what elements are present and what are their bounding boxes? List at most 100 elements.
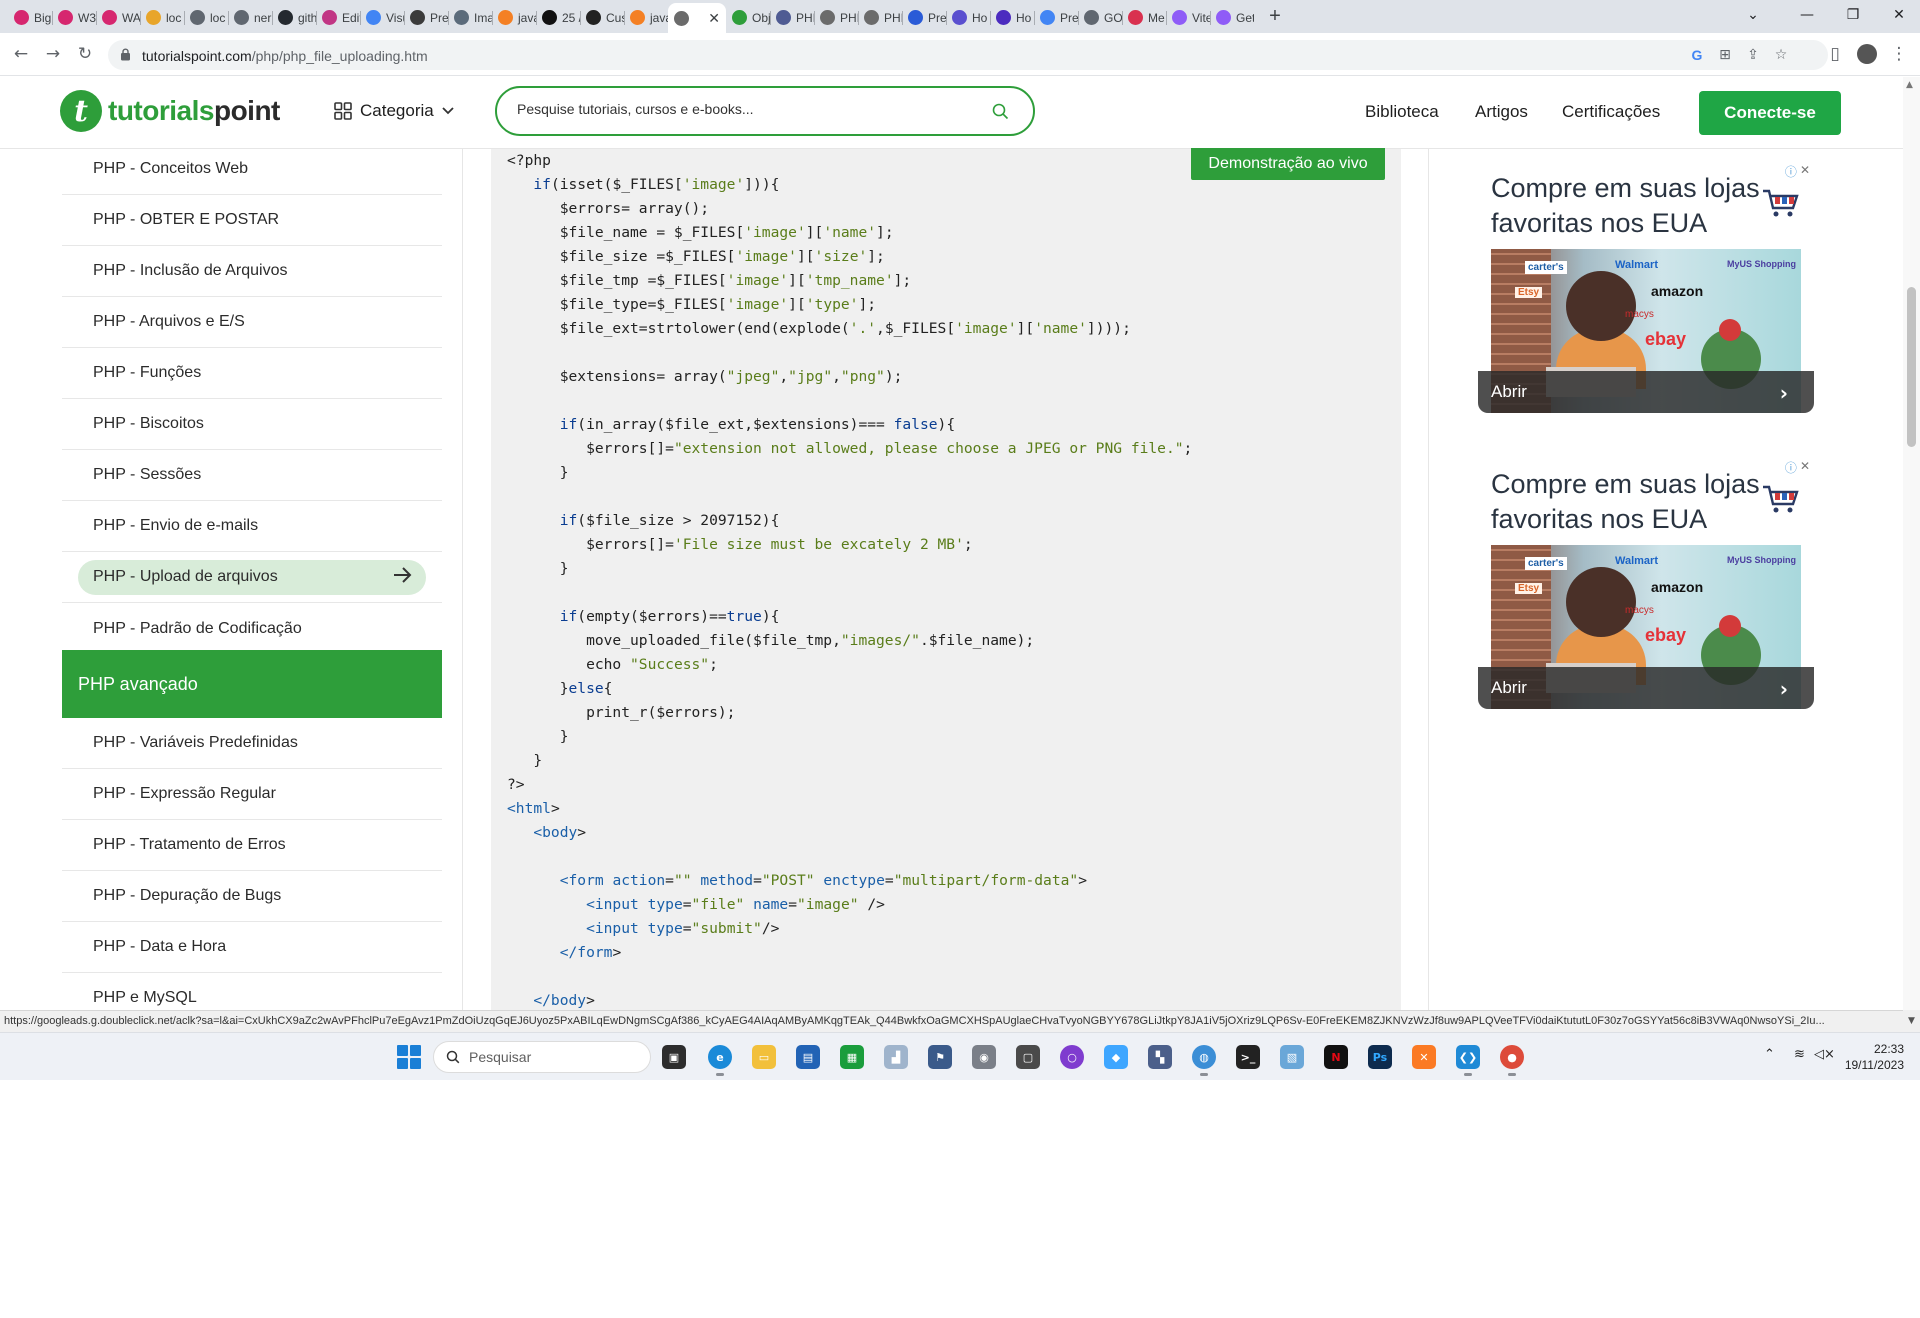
store-icon[interactable]: ▤ bbox=[796, 1045, 820, 1069]
browser-tab[interactable]: Big bbox=[8, 5, 52, 31]
paint-icon[interactable]: ▧ bbox=[1280, 1045, 1304, 1069]
browser-tab[interactable]: 25 / bbox=[536, 5, 580, 31]
browser-tab[interactable]: loc bbox=[184, 5, 228, 31]
side-panel-icon[interactable]: ▯ bbox=[1822, 41, 1848, 67]
sheets-icon[interactable]: ▦ bbox=[840, 1045, 864, 1069]
camera-icon[interactable]: ◉ bbox=[972, 1045, 996, 1069]
sidebar-item[interactable]: PHP - Biscoitos bbox=[62, 399, 442, 450]
back-icon[interactable]: ← bbox=[8, 41, 34, 67]
chrome-icon[interactable]: ● bbox=[1500, 1045, 1524, 1076]
sidebar-item[interactable]: PHP - Padrão de Codificação bbox=[62, 603, 442, 654]
sidebar-item[interactable]: PHP - Data e Hora bbox=[62, 922, 442, 973]
sidebar-item[interactable]: PHP - Depuração de Bugs bbox=[62, 871, 442, 922]
scroll-up-icon[interactable]: ▲ bbox=[1906, 80, 1913, 90]
file-explorer-icon[interactable]: ▭ bbox=[752, 1045, 776, 1069]
lock-icon[interactable] bbox=[120, 48, 131, 61]
browser-tab[interactable]: Pre bbox=[902, 5, 946, 31]
browser-tab[interactable]: Get bbox=[1210, 5, 1254, 31]
browser-tab[interactable]: W3 bbox=[52, 5, 96, 31]
twitch-icon[interactable]: ▢ bbox=[1016, 1045, 1040, 1069]
edge-icon[interactable]: e bbox=[708, 1045, 732, 1076]
signin-button[interactable]: Conecte-se bbox=[1699, 91, 1841, 135]
app-circle-icon[interactable]: ○ bbox=[1060, 1045, 1084, 1069]
browser-tab[interactable]: PHI bbox=[814, 5, 858, 31]
browser-tab-active[interactable]: ✕ bbox=[668, 3, 726, 34]
forward-icon[interactable]: → bbox=[40, 41, 66, 67]
sidebar-item[interactable]: PHP - OBTER E POSTAR bbox=[62, 195, 442, 246]
sidebar-item[interactable]: PHP - Sessões bbox=[62, 450, 442, 501]
nav-library-link[interactable]: Biblioteca bbox=[1365, 102, 1439, 122]
scrollbar-thumb[interactable] bbox=[1907, 287, 1916, 447]
browser-tab[interactable]: loc bbox=[140, 5, 184, 31]
browser-tab[interactable]: PHI bbox=[858, 5, 902, 31]
wifi-icon[interactable]: ≋ bbox=[1794, 1047, 1805, 1062]
sidebar-item[interactable]: PHP - Arquivos e E/S bbox=[62, 297, 442, 348]
close-window-button[interactable]: ✕ bbox=[1876, 0, 1920, 30]
address-bar[interactable]: tutorialspoint.com/php/php_file_uploadin… bbox=[108, 40, 1828, 70]
scroll-down-icon[interactable]: ▼ bbox=[1903, 1010, 1920, 1032]
browser-tab[interactable]: Ho bbox=[990, 5, 1034, 31]
profile-avatar[interactable] bbox=[1854, 41, 1880, 67]
taskbar-clock[interactable]: 22:33 19/11/2023 bbox=[1834, 1041, 1904, 1073]
ad-open-button[interactable]: Abrir › bbox=[1478, 667, 1814, 709]
browser-tab[interactable]: gith bbox=[272, 5, 316, 31]
page-scrollbar[interactable]: ▲ bbox=[1903, 77, 1920, 1010]
browser-tab[interactable]: ner bbox=[228, 5, 272, 31]
minimize-button[interactable]: — bbox=[1784, 0, 1830, 30]
browser-tab[interactable]: GO bbox=[1078, 5, 1122, 31]
browser-tab[interactable]: Edit bbox=[316, 5, 360, 31]
taskbar-search[interactable]: Pesquisar bbox=[433, 1041, 651, 1073]
reload-icon[interactable]: ↻ bbox=[72, 41, 98, 67]
browser-tab[interactable]: Me bbox=[1122, 5, 1166, 31]
search-input[interactable] bbox=[517, 101, 977, 117]
browser-tab[interactable]: Visu bbox=[360, 5, 404, 31]
browser-tab[interactable]: Pre bbox=[404, 5, 448, 31]
terminal-icon[interactable]: >_ bbox=[1236, 1045, 1260, 1069]
browser-tab[interactable]: WA bbox=[96, 5, 140, 31]
sidebar-item[interactable]: PHP - Conceitos Web bbox=[62, 149, 442, 195]
live-demo-button[interactable]: Demonstração ao vivo bbox=[1191, 148, 1385, 180]
tray-overflow-icon[interactable]: ⌃ bbox=[1764, 1047, 1775, 1062]
windows-start-icon[interactable] bbox=[397, 1045, 421, 1069]
google-lens-icon[interactable]: G bbox=[1688, 46, 1706, 64]
vscode-icon[interactable]: ❮❯ bbox=[1456, 1045, 1480, 1076]
bookmark-star-icon[interactable]: ☆ bbox=[1772, 46, 1790, 64]
browser-tab[interactable]: java bbox=[624, 5, 668, 31]
tab-search-icon[interactable]: ⌄ bbox=[1730, 0, 1776, 30]
network-app-icon[interactable]: ▚ bbox=[1148, 1045, 1172, 1069]
sidebar-item[interactable]: PHP - Tratamento de Erros bbox=[62, 820, 442, 871]
gem-icon[interactable]: ◆ bbox=[1104, 1045, 1128, 1069]
sidebar-item[interactable]: PHP - Inclusão de Arquivos bbox=[62, 246, 442, 297]
translate-icon[interactable]: ⊞ bbox=[1716, 46, 1734, 64]
browser-tab[interactable]: Ima bbox=[448, 5, 492, 31]
nav-articles-link[interactable]: Artigos bbox=[1475, 102, 1528, 122]
browser-tab[interactable]: java bbox=[492, 5, 536, 31]
share-icon[interactable]: ⇪ bbox=[1744, 46, 1762, 64]
xampp-icon[interactable]: ✕ bbox=[1412, 1045, 1436, 1069]
category-dropdown[interactable]: Categoria bbox=[334, 101, 454, 121]
sidebar-item-active[interactable]: PHP - Upload de arquivos bbox=[62, 552, 442, 603]
ad-banner[interactable]: ⓘ ✕ Compre em suas lojas favoritas nos EU… bbox=[1478, 459, 1814, 709]
sidebar-item[interactable]: PHP - Funções bbox=[62, 348, 442, 399]
chart-app-icon[interactable]: ▟ bbox=[884, 1045, 908, 1069]
restore-button[interactable]: ❐ bbox=[1830, 0, 1876, 30]
sidebar-item[interactable]: PHP e MySQL bbox=[62, 973, 442, 1010]
app-icon[interactable]: ⚑ bbox=[928, 1045, 952, 1069]
code-block[interactable]: <?php if(isset($_FILES['image'])){ $erro… bbox=[491, 149, 1401, 1010]
sidebar-section-header[interactable]: PHP avançado bbox=[62, 650, 442, 718]
netflix-icon[interactable]: N bbox=[1324, 1045, 1348, 1069]
sidebar-item[interactable]: PHP - Expressão Regular bbox=[62, 769, 442, 820]
photoshop-icon[interactable]: Ps bbox=[1368, 1045, 1392, 1069]
ad-banner[interactable]: ⓘ ✕ Compre em suas lojas favoritas nos EU… bbox=[1478, 163, 1814, 413]
globe-app-icon[interactable]: ◍ bbox=[1192, 1045, 1216, 1076]
browser-tab[interactable]: Obj bbox=[726, 5, 770, 31]
volume-muted-icon[interactable]: ◁× bbox=[1814, 1047, 1835, 1062]
browser-tab[interactable]: Vite bbox=[1166, 5, 1210, 31]
browser-tab[interactable]: Ho bbox=[946, 5, 990, 31]
menu-kebab-icon[interactable]: ⋮ bbox=[1886, 41, 1912, 67]
close-tab-icon[interactable]: ✕ bbox=[708, 10, 720, 27]
url-text[interactable]: tutorialspoint.com/php/php_file_uploadin… bbox=[142, 48, 428, 64]
site-logo[interactable]: t tutorialspoint bbox=[60, 90, 280, 132]
nav-certifications-link[interactable]: Certificações bbox=[1562, 102, 1660, 122]
browser-tab[interactable]: PHI bbox=[770, 5, 814, 31]
